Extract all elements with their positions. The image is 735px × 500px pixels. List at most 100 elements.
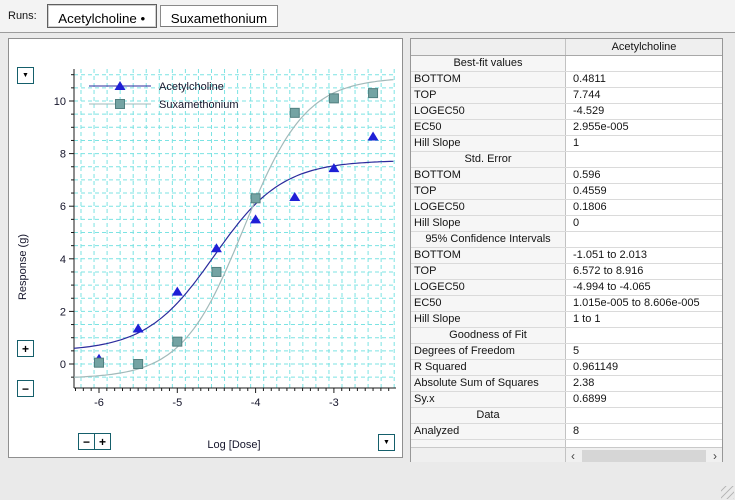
table-row: Hill Slope0 — [411, 216, 722, 232]
x-tick-label: -4 — [251, 397, 261, 409]
table-value-cell — [566, 56, 722, 71]
y-tick-label: 0 — [60, 359, 66, 371]
chevron-down-icon: ▼ — [383, 439, 390, 446]
x-tick-label: -6 — [94, 397, 104, 409]
table-row: TOP0.4559 — [411, 184, 722, 200]
x-zoom-controls: − + — [78, 433, 111, 450]
table-row: LOGEC50-4.529 — [411, 104, 722, 120]
table-row: Analyzed8 — [411, 424, 722, 440]
table-value-cell: 7.744 — [566, 88, 722, 103]
x-tick-label: -5 — [172, 397, 182, 409]
x-zoom-in-button[interactable]: + — [94, 433, 111, 450]
legend-label: Acetylcholine — [159, 81, 224, 93]
table-value-cell: 0.6899 — [566, 392, 722, 407]
runs-bar: Runs: Acetylcholine • Suxamethonium — [0, 0, 735, 33]
run-tab-suxamethonium[interactable]: Suxamethonium — [160, 5, 278, 27]
scrollbar-thumb[interactable] — [582, 450, 706, 463]
table-row-label: Hill Slope — [411, 136, 566, 151]
y-tick-label: 2 — [60, 306, 66, 318]
table-row-label: LOGEC50 — [411, 200, 566, 215]
x-axis-menu-dropdown-button[interactable]: ▼ — [378, 434, 395, 451]
table-value-cell: 0.4559 — [566, 184, 722, 199]
data-point-acetylcholine — [172, 287, 183, 296]
data-point-acetylcholine — [133, 323, 144, 332]
table-row-label: TOP — [411, 264, 566, 279]
data-point-acetylcholine — [328, 163, 339, 172]
dose-response-chart: 0246810-6-5-4-3AcetylcholineSuxamethoniu… — [9, 39, 404, 459]
table-row: TOP7.744 — [411, 88, 722, 104]
table-row: R Squared0.961149 — [411, 360, 722, 376]
data-point-acetylcholine — [368, 132, 379, 141]
table-value-cell: 5 — [566, 344, 722, 359]
table-row-label: R Squared — [411, 360, 566, 375]
minus-icon: − — [83, 435, 90, 449]
table-row: 95% Confidence Intervals — [411, 232, 722, 248]
table-section-header: Data — [411, 408, 566, 423]
table-row: LOGEC50-4.994 to -4.065 — [411, 280, 722, 296]
legend-marker-suxamethonium — [116, 100, 125, 109]
table-section-header: 95% Confidence Intervals — [411, 232, 566, 247]
table-row-label: Sy.x — [411, 392, 566, 407]
table-row: Std. Error — [411, 152, 722, 168]
fit-curve-acetylcholine — [74, 161, 394, 348]
data-point-suxamethonium — [369, 89, 378, 98]
data-point-suxamethonium — [329, 94, 338, 103]
table-row: Data — [411, 408, 722, 424]
table-value-cell: 1 — [566, 136, 722, 151]
table-section-header: Best-fit values — [411, 56, 566, 71]
x-axis-title: Log [Dose] — [129, 439, 339, 451]
table-value-cell: 2.38 — [566, 376, 722, 391]
y-axis-title: Response (g) — [17, 167, 29, 367]
table-value-cell — [566, 152, 722, 167]
table-value-cell: 0.961149 — [566, 360, 722, 375]
y-zoom-in-button[interactable]: + — [17, 340, 34, 357]
footer-bar: Normalize graphs ✓ Fix Hill slope at 1.0 — [0, 462, 735, 500]
table-row: BOTTOM-1.051 to 2.013 — [411, 248, 722, 264]
results-table: AcetylcholineBest-fit valuesBOTTOM0.4811… — [410, 38, 723, 465]
table-row: EC501.015e-005 to 8.606e-005 — [411, 296, 722, 312]
window-resize-grip[interactable] — [721, 486, 734, 499]
y-axis-menu-dropdown-button[interactable]: ▼ — [17, 67, 34, 84]
legend-label: Suxamethonium — [159, 99, 239, 111]
table-value-cell: 0.1806 — [566, 200, 722, 215]
table-row-label: TOP — [411, 88, 566, 103]
table-row: Hill Slope1 — [411, 136, 722, 152]
plus-icon: + — [22, 342, 29, 356]
table-value-cell: -4.529 — [566, 104, 722, 119]
plus-icon: + — [99, 435, 106, 449]
table-value-cell: 0.4811 — [566, 72, 722, 87]
table-row: TOP6.572 to 8.916 — [411, 264, 722, 280]
y-tick-label: 8 — [60, 149, 66, 161]
table-value-cell: -4.994 to -4.065 — [566, 280, 722, 295]
data-point-suxamethonium — [134, 360, 143, 369]
table-value-cell — [566, 232, 722, 247]
table-row: Hill Slope1 to 1 — [411, 312, 722, 328]
y-tick-label: 6 — [60, 201, 66, 213]
run-tab-acetylcholine[interactable]: Acetylcholine • — [47, 4, 157, 28]
data-point-suxamethonium — [212, 267, 221, 276]
table-row: BOTTOM0.4811 — [411, 72, 722, 88]
data-point-suxamethonium — [95, 358, 104, 367]
table-value-cell: 2.955e-005 — [566, 120, 722, 135]
table-column-header: Acetylcholine — [566, 39, 722, 55]
x-tick-label: -3 — [329, 397, 339, 409]
curve-fit-window: Runs: Acetylcholine • Suxamethonium 0 2 4 6… — [0, 0, 735, 500]
table-section-header: Goodness of Fit — [411, 328, 566, 343]
x-zoom-out-button[interactable]: − — [78, 433, 95, 450]
y-zoom-out-button[interactable]: − — [17, 380, 34, 397]
table-row: BOTTOM0.596 — [411, 168, 722, 184]
data-point-suxamethonium — [290, 108, 299, 117]
data-point-suxamethonium — [251, 194, 260, 203]
table-value-cell — [566, 328, 722, 343]
data-point-suxamethonium — [173, 337, 182, 346]
table-row-label: TOP — [411, 184, 566, 199]
table-row-label: Degrees of Freedom — [411, 344, 566, 359]
table-row-label: BOTTOM — [411, 168, 566, 183]
table-section-header: Std. Error — [411, 152, 566, 167]
table-row-label: EC50 — [411, 296, 566, 311]
y-tick-label: 4 — [60, 254, 66, 266]
table-row-label: Analyzed — [411, 424, 566, 439]
table-row: Absolute Sum of Squares2.38 — [411, 376, 722, 392]
table-row: Sy.x0.6899 — [411, 392, 722, 408]
table-value-cell — [566, 408, 722, 423]
